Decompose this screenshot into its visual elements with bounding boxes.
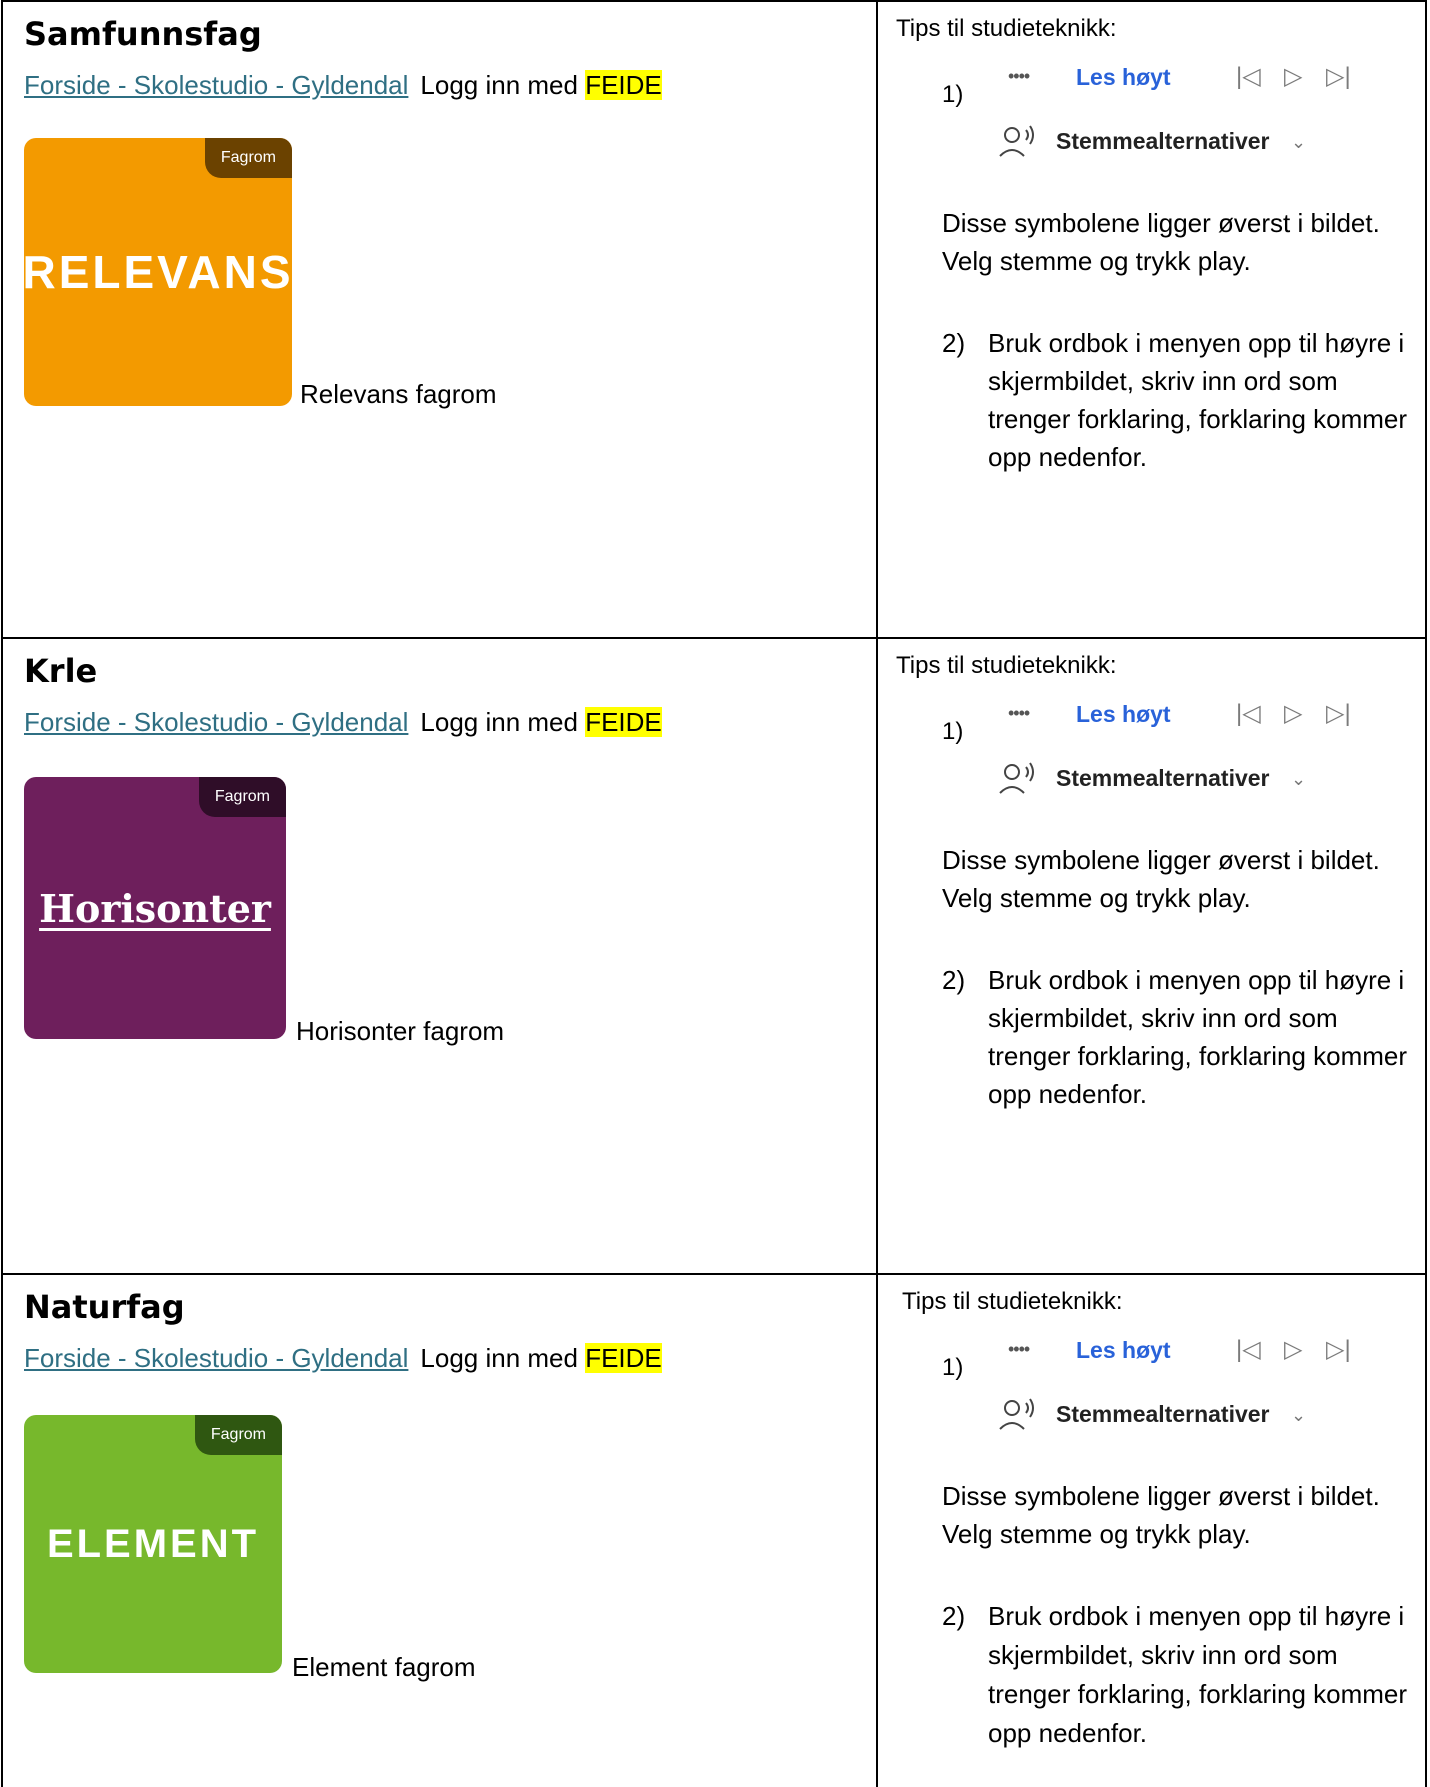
tips-cell: Tips til studieteknikk: 1) •••• Les høyt… [878,2,1425,637]
voice-options-row: Stemmealternativer ⌄ [998,122,1358,162]
subject-cell: Krle Forside - Skolestudio - Gyldendal Lo… [3,639,876,1273]
step-1-number: 1) [942,81,964,108]
logo-caption: Horisonter fagrom [296,1016,505,1046]
login-line: Forside - Skolestudio - Gyldendal Logg in… [24,68,662,102]
previous-icon: |◁ [1236,700,1261,727]
more-dots-icon: •••• [1008,1339,1030,1359]
previous-icon: |◁ [1236,1336,1261,1363]
read-aloud-button: Les høyt [1076,1337,1171,1363]
next-icon: ▷| [1326,1336,1351,1363]
more-dots-icon: •••• [1008,703,1030,723]
login-line: Forside - Skolestudio - Gyldendal Logg in… [24,705,662,739]
voice-icon [999,125,1034,157]
step-2-number: 2) [942,328,966,358]
subject-row-krle: Krle Forside - Skolestudio - Gyldendal Lo… [1,637,1427,1273]
login-text: Logg inn med [420,70,578,100]
subject-cell: Naturfag Forside - Skolestudio - Gyldend… [3,1275,876,1787]
read-aloud-toolbar: •••• Les høyt |◁ ▷ ▷| [1008,62,1368,96]
subject-title: Samfunnsfag [24,15,262,53]
read-aloud-button: Les høyt [1076,64,1171,90]
tips-cell: Tips til studieteknikk: 1) •••• Les høyt… [878,639,1425,1273]
play-icon: ▷ [1284,1336,1303,1363]
tips-description: Disse symbolene ligger øverst i bildet. … [942,845,1380,913]
voice-options-label: Stemmealternativer [1056,1401,1270,1427]
tips-heading: Tips til studieteknikk: [902,1288,1123,1315]
read-aloud-toolbar: •••• Les høyt |◁ ▷ ▷| [1008,699,1368,733]
tips-heading: Tips til studieteknikk: [896,652,1117,679]
play-icon: ▷ [1284,700,1303,727]
logo-wordmark: RELEVANS [24,246,292,298]
tips-cell: Tips til studieteknikk: 1) •••• Les høyt… [878,1275,1425,1787]
subject-row-samfunnsfag: Samfunnsfag Forside - Skolestudio - Gyld… [1,0,1427,637]
login-line: Forside - Skolestudio - Gyldendal Logg in… [24,1341,662,1375]
document-page: Samfunnsfag Forside - Skolestudio - Gyld… [0,0,1430,1787]
voice-options-label: Stemmealternativer [1056,765,1270,791]
logo-wordmark: ELEMENT [46,1521,260,1566]
skolestudio-link[interactable]: Forside - Skolestudio - Gyldendal [24,1343,408,1373]
logo-wordmark: Horisonter [39,885,271,931]
feide-highlight: FEIDE [585,1343,662,1373]
step-2-text: Bruk ordbok i menyen opp til høyre i skj… [988,328,1408,472]
voice-options-label: Stemmealternativer [1056,128,1270,154]
tips-description: Disse symbolene ligger øverst i bildet. … [942,1481,1380,1549]
tips-description: Disse symbolene ligger øverst i bildet. … [942,208,1380,276]
step-2-number: 2) [942,965,966,995]
relevans-logo[interactable]: Fagrom RELEVANS [24,138,292,406]
voice-icon [999,1398,1034,1430]
chevron-down-icon: ⌄ [1291,1405,1307,1425]
step-2-text: Bruk ordbok i menyen opp til høyre i skj… [988,965,1408,1109]
step-1-number: 1) [942,718,964,745]
step-2-number: 2) [942,1601,966,1631]
more-dots-icon: •••• [1008,66,1030,86]
subject-title: Naturfag [24,1288,185,1326]
chevron-down-icon: ⌄ [1291,769,1307,789]
voice-icon [999,762,1034,794]
read-aloud-toolbar: •••• Les høyt |◁ ▷ ▷| [1008,1335,1368,1369]
login-text: Logg inn med [420,707,578,737]
subject-cell: Samfunnsfag Forside - Skolestudio - Gyld… [3,2,876,637]
step-1-number: 1) [942,1354,964,1381]
tips-heading: Tips til studieteknikk: [896,15,1117,42]
voice-options-row: Stemmealternativer ⌄ [998,1395,1358,1435]
element-logo[interactable]: Fagrom ELEMENT [24,1415,282,1673]
feide-highlight: FEIDE [585,70,662,100]
voice-options-row: Stemmealternativer ⌄ [998,759,1358,799]
skolestudio-link[interactable]: Forside - Skolestudio - Gyldendal [24,70,408,100]
horisonter-logo[interactable]: Fagrom Horisonter [24,777,286,1039]
step-2-text: Bruk ordbok i menyen opp til høyre i skj… [988,1601,1408,1748]
subject-row-naturfag: Naturfag Forside - Skolestudio - Gyldend… [1,1273,1427,1787]
skolestudio-link[interactable]: Forside - Skolestudio - Gyldendal [24,707,408,737]
logo-caption: Element fagrom [292,1652,476,1682]
chevron-down-icon: ⌄ [1291,132,1307,152]
next-icon: ▷| [1326,63,1351,90]
logo-caption: Relevans fagrom [300,379,497,409]
feide-highlight: FEIDE [585,707,662,737]
subject-title: Krle [24,652,98,690]
login-text: Logg inn med [420,1343,578,1373]
previous-icon: |◁ [1236,63,1261,90]
play-icon: ▷ [1284,63,1303,90]
read-aloud-button: Les høyt [1076,701,1171,727]
next-icon: ▷| [1326,700,1351,727]
